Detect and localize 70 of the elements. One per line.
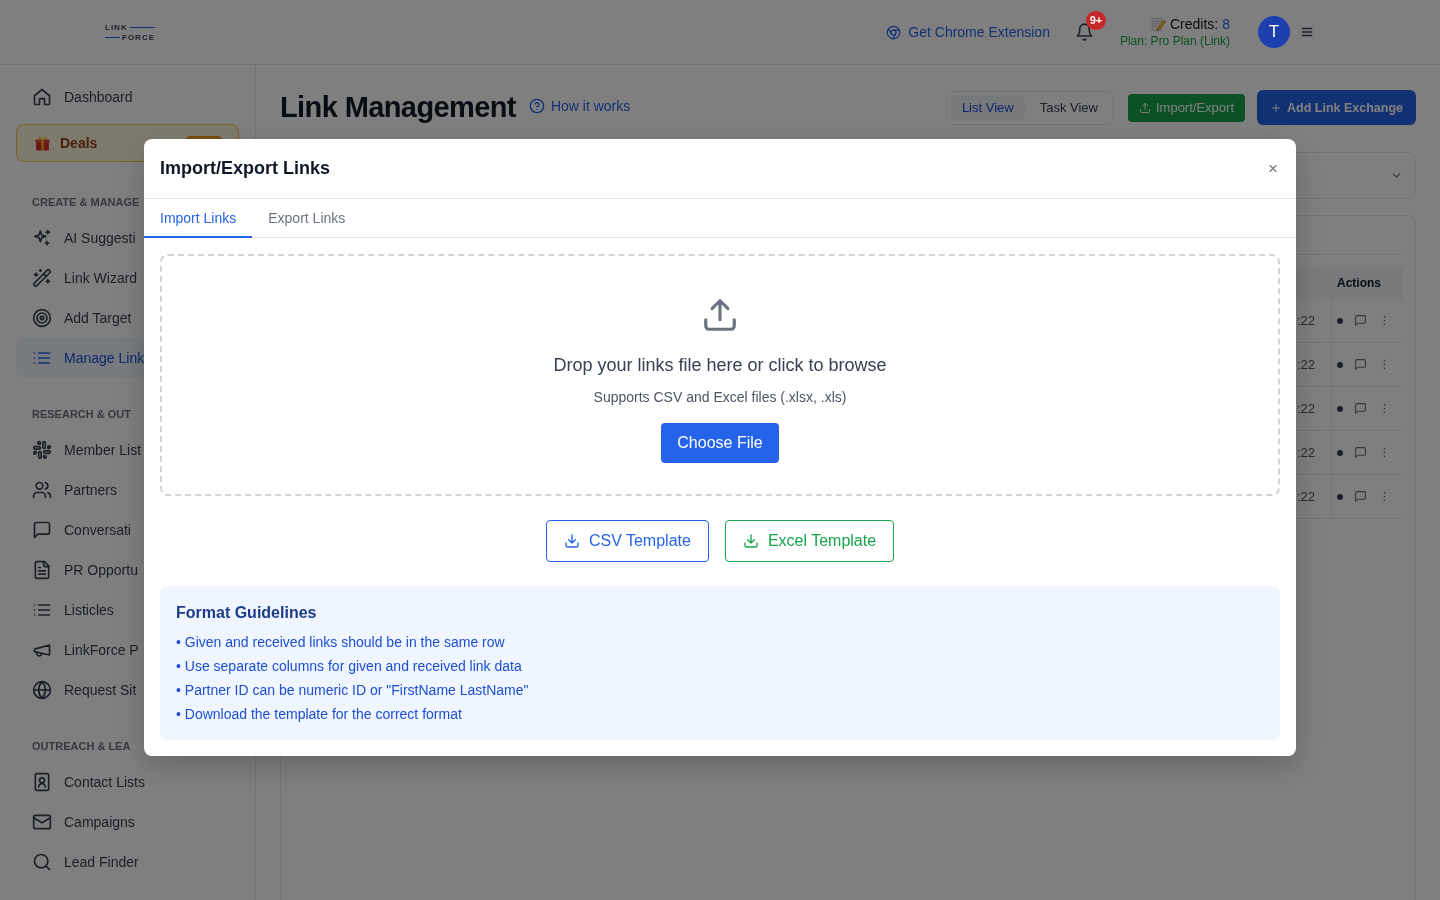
comment-icon[interactable]	[1354, 358, 1367, 371]
sidebar-item[interactable]: Contact Lists	[16, 762, 239, 802]
close-button[interactable]: ×	[1266, 160, 1280, 177]
template-download-button[interactable]: CSV Template	[545, 520, 709, 562]
logo-text: LINK	[105, 22, 128, 32]
page-title: Link Management	[280, 91, 516, 124]
section-heading: CREATE & MANAGE	[31, 195, 141, 210]
sidebar-item[interactable]: Lead Finder	[16, 842, 239, 882]
comment-icon[interactable]	[1354, 446, 1367, 459]
guidelines-title: Format Guidelines	[176, 603, 318, 623]
dot-icon	[1337, 405, 1343, 412]
plan-name: Plan: Pro Plan (Link)	[1119, 34, 1230, 48]
section-heading: OUTREACH & LEA	[31, 739, 132, 754]
view-tab[interactable]: List View	[950, 95, 1025, 120]
users-icon	[32, 480, 52, 500]
browser-icon	[886, 24, 902, 40]
upload-icon	[1138, 101, 1151, 114]
guideline-item: • Download the template for the correct format	[176, 705, 463, 724]
help-icon	[528, 98, 545, 114]
guideline-item: • Partner ID can be numeric ID or "FirstName LastName"	[176, 681, 530, 700]
add-link-exchange-button[interactable]: Add Link Exchange	[1257, 90, 1416, 125]
tab[interactable]: Import Links	[144, 199, 253, 238]
bell-icon[interactable]	[1074, 22, 1094, 42]
credits-label: Credits:	[1169, 16, 1219, 32]
credits-count: 8	[1222, 16, 1230, 32]
guideline-item: • Use separate columns for given and received link data	[176, 657, 523, 676]
import-export-button[interactable]: Import/Export	[1127, 93, 1245, 122]
download-icon	[742, 533, 759, 549]
document-icon	[32, 560, 52, 580]
comment-icon[interactable]	[1354, 314, 1367, 327]
sidebar-item[interactable]: Conversati	[16, 510, 239, 550]
gift-icon	[34, 134, 51, 152]
comment-icon[interactable]	[1354, 402, 1367, 415]
logo-text: FORCE	[122, 32, 155, 42]
guideline-item: • Given and received links should be in the same row	[176, 633, 506, 652]
target-icon	[32, 308, 52, 328]
home-icon	[32, 87, 52, 107]
tab[interactable]: Export Links	[252, 199, 362, 238]
template-download-button[interactable]: Excel Template	[724, 520, 895, 562]
chat-bubble-icon	[32, 520, 52, 540]
comment-icon[interactable]	[1354, 490, 1367, 503]
download-icon	[563, 533, 580, 549]
avatar[interactable]: T	[1258, 16, 1290, 48]
plus-icon	[1270, 101, 1282, 114]
choose-file-button[interactable]: Choose File	[661, 423, 779, 463]
dot-icon	[1337, 317, 1343, 324]
menu-icon[interactable]	[1300, 25, 1314, 39]
notification-badge: 9+	[1085, 11, 1106, 30]
search-icon	[32, 852, 52, 872]
column-header: Actions	[1336, 276, 1382, 290]
sparkles-icon	[32, 228, 52, 248]
sidebar-item[interactable]: PR Opportu	[16, 550, 239, 590]
sidebar-item[interactable]: Campaigns	[16, 802, 239, 842]
sidebar-item[interactable]: Dashboard	[16, 77, 239, 117]
globe-icon	[32, 680, 52, 700]
file-drop-zone[interactable]: Drop your links file here or click to browse Supports CSV and Excel files (.xlsx, .xls) Choose File	[160, 254, 1280, 496]
contact-book-icon	[32, 772, 52, 792]
memo-icon	[1150, 16, 1166, 32]
chrome-extension-link[interactable]: Get Chrome Extension	[886, 24, 1050, 40]
dot-icon	[1337, 361, 1343, 368]
drop-zone-hint: Supports CSV and Excel files (.xlsx, .xls)	[593, 388, 847, 407]
section-heading: RESEARCH & OUT	[31, 407, 132, 422]
magic-wand-icon	[32, 268, 52, 288]
mail-icon	[32, 812, 52, 832]
view-tab[interactable]: Task View	[1028, 95, 1109, 120]
dot-icon	[1337, 449, 1343, 456]
dot-icon	[1337, 493, 1343, 500]
drop-zone-title: Drop your links file here or click to browse	[553, 354, 887, 376]
blocks-icon	[32, 440, 52, 460]
how-it-works-link[interactable]: How it works	[528, 98, 631, 114]
